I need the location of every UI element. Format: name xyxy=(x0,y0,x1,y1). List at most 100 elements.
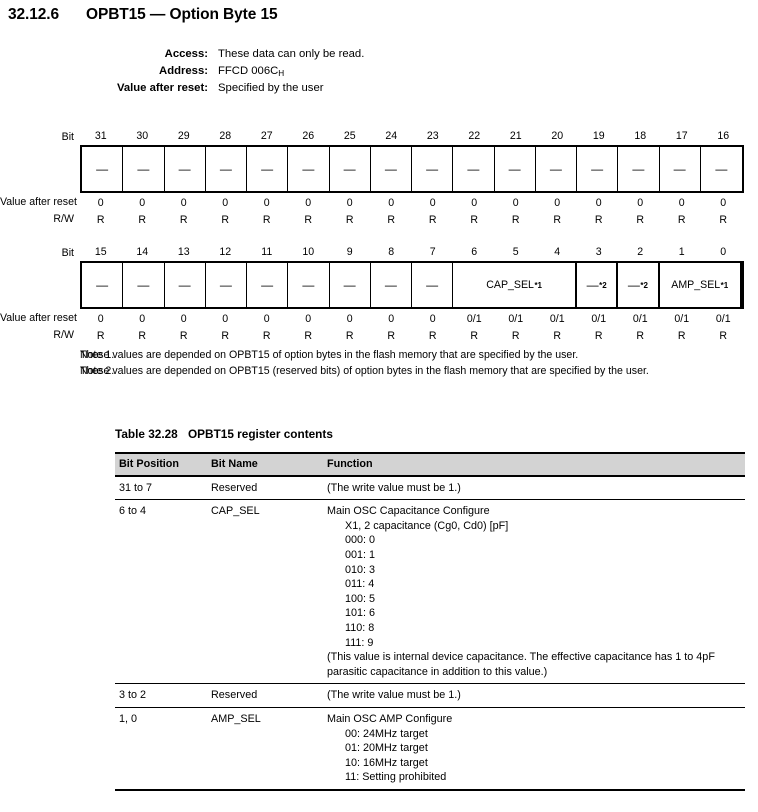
bit-field-reserved: — xyxy=(288,147,330,191)
note-item: Note 1. These values are depended on OPBT… xyxy=(0,348,758,363)
reset-value-row: Value after reset 0 0 0 0 0 0 0 0 0 0 0 0 0 0 0 0 xyxy=(0,196,758,210)
bit-number: 13 xyxy=(177,246,190,258)
cell-bit-position: 31 to 7 xyxy=(115,475,207,501)
bit-field-reserved: — xyxy=(247,263,289,307)
bit-field-reserved: — xyxy=(206,147,247,191)
register-contents-table: Bit Position Bit Name Function 31 to 7 Re… xyxy=(115,452,745,791)
section-number: 32.12.6 xyxy=(8,6,60,23)
bit-field-boxes: — — — — — — — — — — — — — — — — xyxy=(80,145,744,193)
bit-number: 23 xyxy=(426,130,439,142)
reset-value: 0 xyxy=(429,313,436,325)
bit-field-reserved: — xyxy=(82,147,124,191)
rw-value: R xyxy=(636,330,645,342)
reset-value: 0/1 xyxy=(591,313,607,325)
rw-value: R xyxy=(677,330,686,342)
cell-bit-position: 1, 0 xyxy=(115,707,207,791)
bit-row-label: Bit xyxy=(61,131,74,143)
section-title: OPBT15 — Option Byte 15 xyxy=(86,6,278,23)
reset-value-row: Value after reset 0 0 0 0 0 0 0 0 0 0/1 0/1 0/1 0/1 0/… xyxy=(0,312,758,326)
bit-field-reserved: — xyxy=(82,263,124,307)
rw-value: R xyxy=(345,330,354,342)
function-line: 100: 5 xyxy=(345,592,376,605)
rw-value-row-label: R/W xyxy=(53,329,74,341)
metadata-value: FFCD 006CH xyxy=(218,64,285,78)
reset-value: 0 xyxy=(263,313,270,325)
reset-value: 0 xyxy=(720,197,727,209)
bit-number: 10 xyxy=(302,246,315,258)
cell-function: (The write value must be 1.) xyxy=(323,475,745,501)
column-header-function: Function xyxy=(323,452,745,477)
reset-value: 0 xyxy=(139,197,146,209)
bit-field-reserved: — xyxy=(288,263,330,307)
rw-value: R xyxy=(179,330,188,342)
reset-value: 0 xyxy=(346,197,353,209)
function-line: 001: 1 xyxy=(345,548,376,561)
bit-field-reserved: — xyxy=(123,147,165,191)
reset-value: 0 xyxy=(97,313,104,325)
rw-value: R xyxy=(470,214,479,226)
bit-number: 0 xyxy=(720,246,727,258)
bit-field-label: — xyxy=(715,162,728,176)
bit-number-row: Bit 31 30 29 28 27 26 25 24 23 22 21 20 19 18 17 16 xyxy=(0,128,758,143)
bit-number: 27 xyxy=(260,130,273,142)
reset-value-row-label: Value after reset xyxy=(0,312,77,324)
reset-value: 0 xyxy=(180,313,187,325)
rw-value: R xyxy=(719,330,728,342)
bit-field-footnote-marker: *1 xyxy=(534,280,542,290)
rw-value: R xyxy=(677,214,686,226)
rw-value-cells: RRRRRRRRRRRRRRRR xyxy=(80,213,744,227)
reset-value: 0 xyxy=(222,313,229,325)
reset-value: 0 xyxy=(554,197,561,209)
reset-value: 0 xyxy=(346,313,353,325)
rw-value: R xyxy=(179,214,188,226)
reset-value: 0/1 xyxy=(632,313,648,325)
cell-function: Main OSC Capacitance Configure X1, 2 capa… xyxy=(323,499,745,685)
bit-number: 19 xyxy=(592,130,605,142)
reset-value: 0 xyxy=(471,197,478,209)
bit-number: 24 xyxy=(385,130,398,142)
bit-numbers: 31 30 29 28 27 26 25 24 23 22 21 20 19 18 17 16 xyxy=(80,130,744,143)
metadata-row: Address: FFCD 006CH xyxy=(0,65,758,78)
metadata-label: Value after reset: xyxy=(116,82,208,95)
bit-field-label: AMP_SEL xyxy=(671,279,721,291)
note-item: Note 2. These values are depended on OPBT… xyxy=(0,364,758,379)
reset-value: 0 xyxy=(678,197,685,209)
cell-bit-name: AMP_SEL xyxy=(207,707,323,791)
function-line: 101: 6 xyxy=(345,607,376,620)
bit-number: 5 xyxy=(512,246,519,258)
bit-number: 21 xyxy=(509,130,522,142)
reset-value-cells: 0 0 0 0 0 0 0 0 0 0 0 0 0 0 0 0 xyxy=(80,196,744,210)
table-caption: Table 32.28 OPBT15 register contents xyxy=(115,427,333,441)
bit-field-reserved: — xyxy=(165,147,206,191)
rw-value: R xyxy=(553,214,562,226)
note-text: These values are depended on OPBT15 (res… xyxy=(80,364,649,377)
cell-function: (The write value must be 1.) xyxy=(323,683,745,708)
bit-field-label: — xyxy=(591,162,604,176)
bit-field-reserved: — xyxy=(371,147,412,191)
bit-number: 18 xyxy=(634,130,647,142)
bit-field-label: — xyxy=(96,278,109,292)
rw-value: R xyxy=(719,214,728,226)
bit-field-label: — xyxy=(384,162,397,176)
bit-field-reserved: — xyxy=(701,147,742,191)
rw-value: R xyxy=(636,214,645,226)
bit-number: 16 xyxy=(717,130,730,142)
function-line: (The write value must be 1.) xyxy=(327,481,461,494)
bit-number: 17 xyxy=(675,130,688,142)
column-header-bit-position: Bit Position xyxy=(115,452,207,477)
rw-value: R xyxy=(387,330,396,342)
bit-field-label: — xyxy=(632,162,645,176)
bit-field-label: — xyxy=(426,162,439,176)
rw-value: R xyxy=(470,330,479,342)
function-line: 10: 16MHz target xyxy=(345,756,428,769)
bit-number: 20 xyxy=(551,130,564,142)
bit-field-label: — xyxy=(178,278,191,292)
bit-field-label: — xyxy=(137,278,150,292)
notes-list: Note 1. These values are depended on OPBT… xyxy=(0,348,758,379)
table-head: Bit Position Bit Name Function xyxy=(115,452,745,477)
bit-field-reserved: — xyxy=(660,147,701,191)
rw-value-row: R/W R R R R R R R R R R R R R R R R xyxy=(0,213,758,227)
bit-field-label: — xyxy=(96,162,109,176)
bit-field-reserved: — xyxy=(247,147,289,191)
function-line: Main OSC AMP Configure xyxy=(327,712,453,725)
